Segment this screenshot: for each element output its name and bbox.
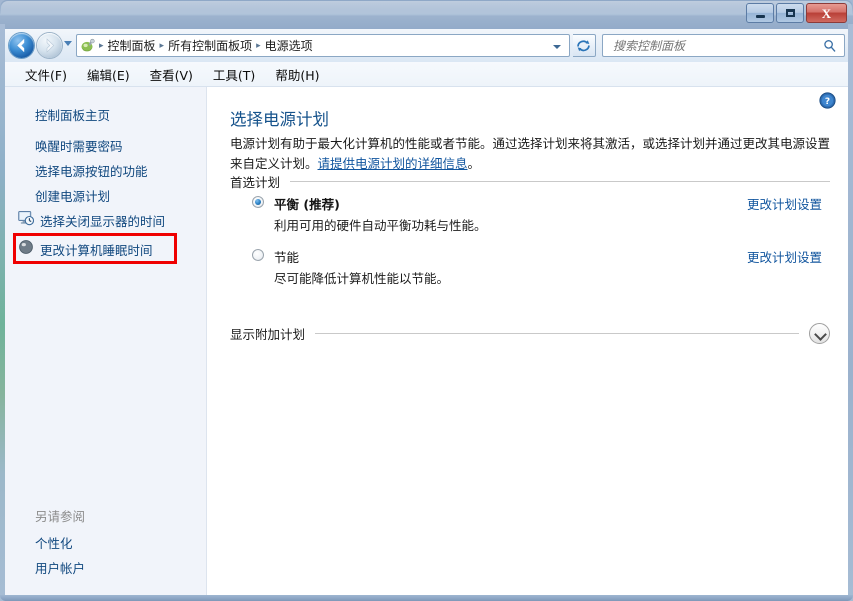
search-icon [824, 40, 836, 52]
refresh-icon [577, 40, 590, 52]
menu-bar: 文件(F) 编辑(E) 查看(V) 工具(T) 帮助(H) [5, 62, 848, 87]
minimize-icon [747, 4, 773, 22]
sidebar-item-choose-display-off-time[interactable]: 选择关闭显示器的时间 [40, 211, 165, 230]
sleep-icon [18, 239, 34, 255]
minimize-button[interactable] [746, 3, 774, 23]
plan-description-balanced: 利用可用的硬件自动平衡功耗与性能。 [274, 218, 487, 233]
refresh-button[interactable] [573, 34, 596, 57]
sidebar: 控制面板主页 唤醒时需要密码 选择电源按钮的功能 创建电源计划 选择关闭显示器的… [5, 87, 207, 595]
see-also-item-personalization[interactable]: 个性化 [35, 533, 73, 552]
see-also-label: 另请参阅 [35, 509, 86, 524]
menu-item-edit[interactable]: 编辑(E) [77, 63, 140, 86]
change-plan-settings-link-balanced[interactable]: 更改计划设置 [747, 194, 822, 213]
window-border-right [848, 24, 853, 601]
title-bar-sheen [1, 1, 852, 14]
title-bar [0, 0, 853, 29]
breadcrumb-item-control-panel[interactable]: 控制面板 [105, 37, 159, 54]
close-button[interactable]: X [806, 3, 847, 23]
plan-description-power-saver: 尽可能降低计算机性能以节能。 [274, 271, 450, 286]
forward-arrow-icon [46, 38, 55, 53]
window-border-bottom [0, 595, 853, 601]
maximize-button[interactable] [776, 3, 804, 23]
monitor-clock-icon [18, 210, 35, 226]
menu-item-help[interactable]: 帮助(H) [265, 63, 329, 86]
page-title: 选择电源计划 [230, 110, 329, 129]
plan-name-balanced: 平衡 (推荐) [274, 197, 340, 212]
address-bar[interactable]: ▸ 控制面板 ▸ 所有控制面板项 ▸ 电源选项 [76, 34, 570, 57]
preferred-plans-group-header: 首选计划 [230, 172, 830, 191]
content-pane: ? 选择电源计划 电源计划有助于最大化计算机的性能或者节能。通过选择计划来将其激… [208, 87, 848, 595]
plan-name-power-saver: 节能 [274, 250, 300, 265]
search-box[interactable] [602, 34, 845, 57]
back-arrow-icon [17, 39, 25, 52]
extra-divider [315, 333, 799, 334]
svg-text:?: ? [825, 97, 830, 107]
power-plan-details-link[interactable]: 请提供电源计划的详细信息 [318, 156, 468, 171]
page-description-text-2: 。 [467, 156, 481, 171]
window-body: 控制面板主页 唤醒时需要密码 选择电源按钮的功能 创建电源计划 选择关闭显示器的… [5, 87, 848, 595]
menu-item-tools[interactable]: 工具(T) [203, 63, 265, 86]
control-panel-icon [80, 38, 98, 54]
sidebar-item-control-panel-home[interactable]: 控制面板主页 [35, 105, 110, 124]
history-dropdown-icon[interactable] [64, 41, 72, 46]
sidebar-item-create-power-plan[interactable]: 创建电源计划 [35, 186, 110, 205]
back-button[interactable] [9, 33, 34, 58]
show-additional-plans-label: 显示附加计划 [230, 327, 306, 342]
menu-item-file[interactable]: 文件(F) [15, 63, 77, 86]
show-additional-plans-row[interactable]: 显示附加计划 [230, 323, 830, 344]
maximize-icon [777, 4, 803, 22]
see-also-item-user-accounts[interactable]: 用户帐户 [35, 558, 85, 577]
menu-item-view[interactable]: 查看(V) [140, 63, 203, 86]
group-divider [290, 181, 830, 182]
window-frame: X ▸ 控制面板 ▸ 所有控制面板项 ▸ 电源选项 搜索控制面板 文件(F) 编… [0, 0, 853, 601]
radio-power-saver[interactable] [252, 249, 264, 261]
sidebar-item-choose-power-button-function[interactable]: 选择电源按钮的功能 [35, 161, 148, 180]
close-icon: X [821, 5, 832, 21]
search-input[interactable] [611, 38, 815, 54]
address-dropdown-icon[interactable] [553, 45, 561, 49]
page-description: 电源计划有助于最大化计算机的性能或者节能。通过选择计划来将其激活，或选择计划并通… [230, 134, 830, 174]
breadcrumb-item-power-options[interactable]: 电源选项 [262, 37, 316, 54]
sidebar-item-change-computer-sleep-time[interactable]: 更改计算机睡眠时间 [40, 240, 153, 259]
forward-button[interactable] [37, 33, 62, 58]
breadcrumb-item-all-items[interactable]: 所有控制面板项 [165, 37, 255, 54]
change-plan-settings-link-power-saver[interactable]: 更改计划设置 [747, 247, 822, 266]
chevron-down-icon[interactable] [809, 323, 830, 344]
help-icon[interactable]: ? [819, 92, 836, 109]
sidebar-item-require-password-on-wakeup[interactable]: 唤醒时需要密码 [35, 136, 123, 155]
preferred-plans-label: 首选计划 [230, 175, 281, 190]
radio-balanced[interactable] [252, 196, 264, 208]
